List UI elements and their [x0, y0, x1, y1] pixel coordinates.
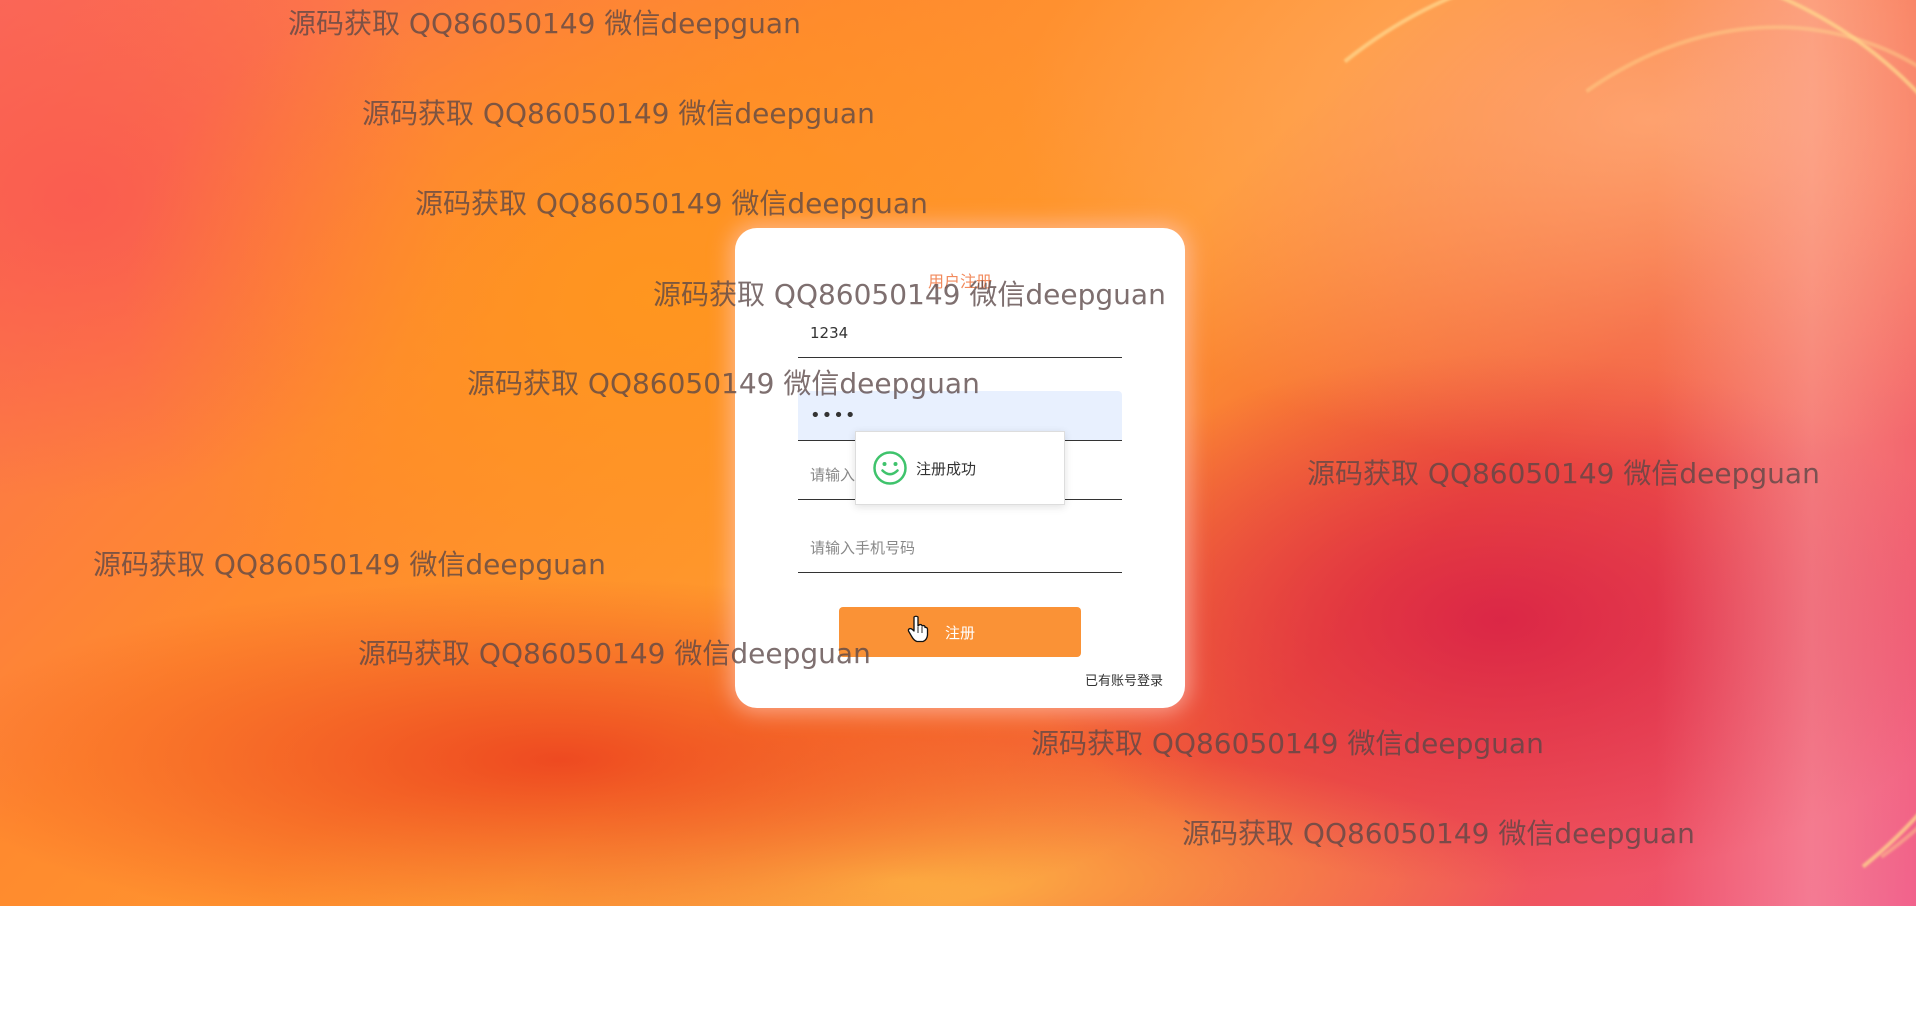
success-toast: 注册成功 — [855, 431, 1065, 505]
smile-icon — [873, 451, 907, 485]
register-button[interactable]: 注册 — [839, 607, 1081, 657]
username-input[interactable] — [798, 308, 1122, 358]
hand-cursor-icon — [907, 615, 929, 643]
phone-input[interactable] — [798, 523, 1122, 573]
login-link[interactable]: 已有账号登录 — [1085, 670, 1163, 689]
toast-message: 注册成功 — [916, 459, 977, 478]
page-title: 用户注册 — [927, 272, 992, 291]
